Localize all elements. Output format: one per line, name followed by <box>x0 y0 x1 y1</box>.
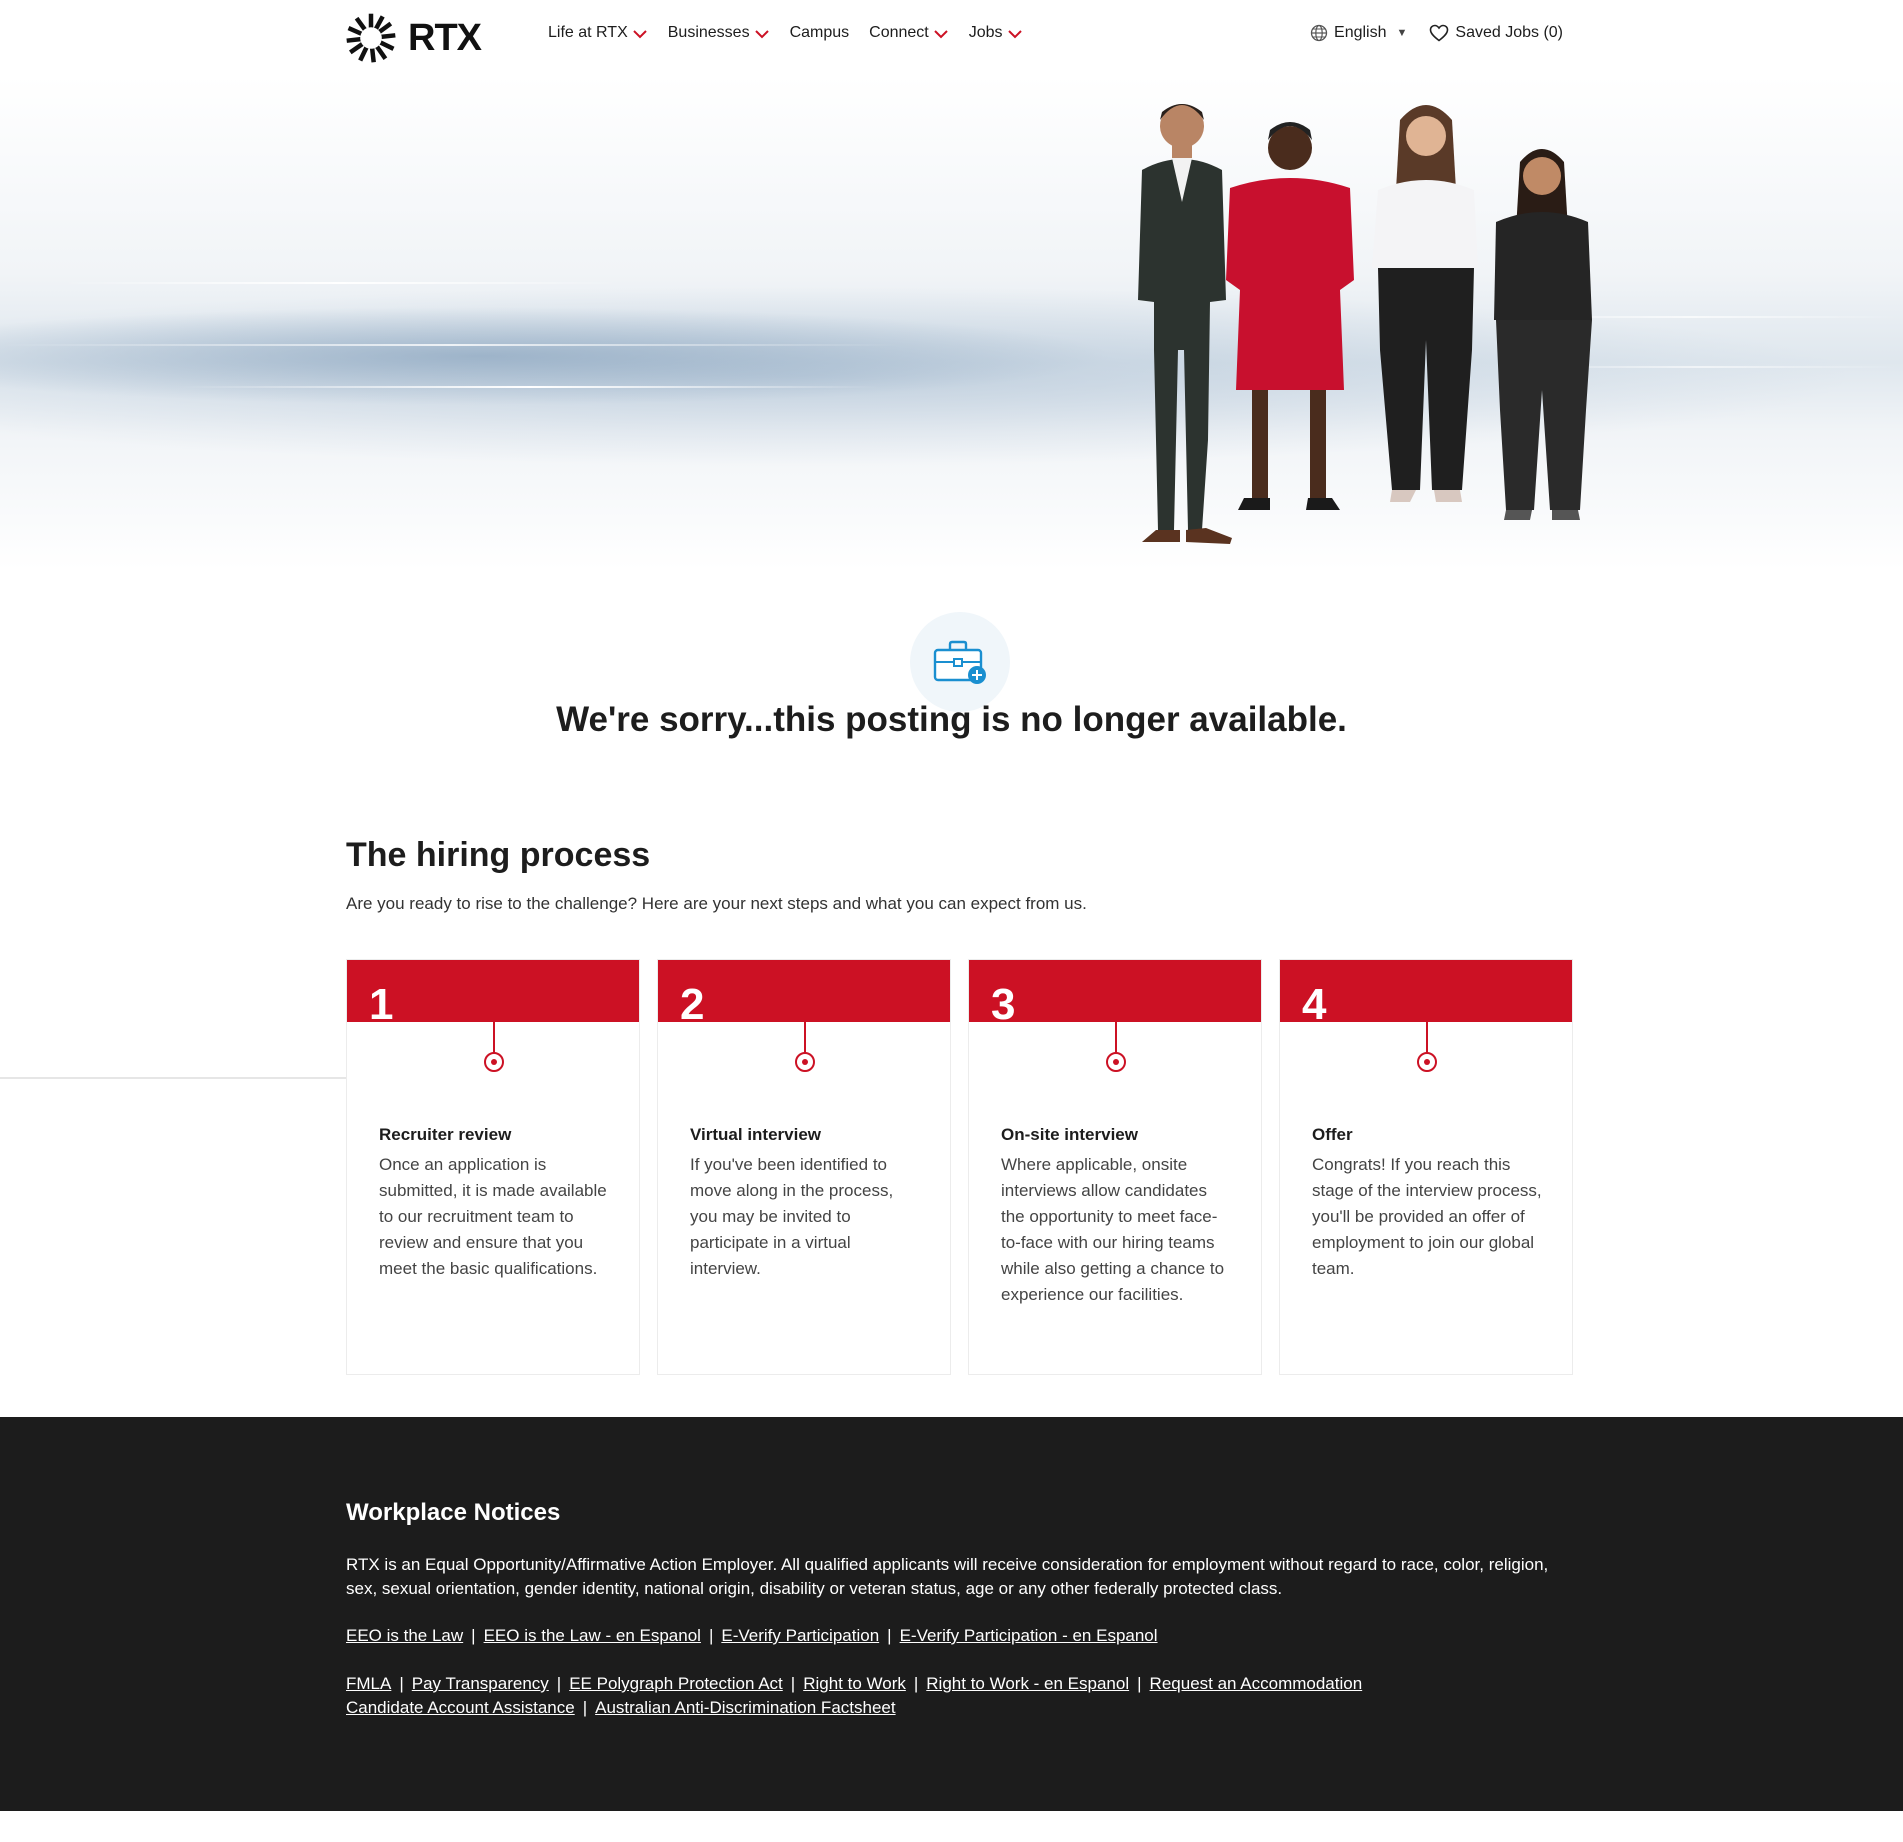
chevron-down-icon <box>1007 27 1023 39</box>
link-candidate-account-assistance[interactable]: Candidate Account Assistance <box>346 1698 575 1717</box>
step-connector <box>1426 1022 1428 1054</box>
link-eeo-is-the-law[interactable]: EEO is the Law <box>346 1626 463 1645</box>
light-streak <box>180 386 880 388</box>
footer-links-row: Candidate Account Assistance | Australian … <box>346 1696 896 1720</box>
link-separator: | <box>913 1674 919 1693</box>
nav-jobs[interactable]: Jobs <box>969 24 1023 42</box>
language-label: English <box>1334 24 1387 41</box>
link-right-to-work-espanol[interactable]: Right to Work - en Espanol <box>926 1674 1129 1693</box>
rtx-burst-icon <box>346 13 396 63</box>
chevron-down-icon <box>754 27 770 39</box>
utility-nav: English ▼ Saved Jobs (0) <box>1310 24 1563 42</box>
link-e-verify-espanol[interactable]: E-Verify Participation - en Espanol <box>900 1626 1158 1645</box>
logo-text: RTX <box>408 16 482 59</box>
main-nav: Life at RTX Businesses Campus Connect Jo… <box>548 24 1023 42</box>
decorative-divider <box>0 1077 388 1079</box>
link-e-verify[interactable]: E-Verify Participation <box>721 1626 879 1645</box>
hero-banner <box>0 76 1903 570</box>
nav-campus[interactable]: Campus <box>790 24 850 42</box>
link-eeo-is-the-law-espanol[interactable]: EEO is the Law - en Espanol <box>484 1626 701 1645</box>
link-fmla[interactable]: FMLA <box>346 1674 391 1693</box>
step-card: 3 On-site interview Where applicable, on… <box>968 959 1262 1375</box>
step-connector <box>1115 1022 1117 1054</box>
nav-label: Connect <box>869 24 929 41</box>
nav-label: Campus <box>789 24 850 41</box>
step-title: Virtual interview <box>690 1125 822 1144</box>
link-separator: | <box>708 1626 714 1645</box>
step-card: 4 Offer Congrats! If you reach this stag… <box>1279 959 1573 1375</box>
link-right-to-work[interactable]: Right to Work <box>803 1674 906 1693</box>
hiring-steps: 1 Recruiter review Once an application i… <box>346 959 1573 1375</box>
posting-unavailable-title: We're sorry...this posting is no longer … <box>556 700 1347 739</box>
link-request-accommodation[interactable]: Request an Accommodation <box>1150 1674 1363 1693</box>
link-separator: | <box>556 1674 562 1693</box>
chevron-down-icon <box>632 27 648 39</box>
step-connector <box>493 1022 495 1054</box>
step-header: 4 <box>1280 960 1572 1029</box>
person-white-blouse <box>1372 105 1478 502</box>
link-australian-factsheet[interactable]: Australian Anti-Discrimination Factsheet <box>595 1698 895 1717</box>
step-marker-icon <box>484 1052 504 1072</box>
step-title: Offer <box>1312 1125 1353 1144</box>
step-marker-icon <box>1417 1052 1437 1072</box>
briefcase-plus-icon <box>910 612 1010 712</box>
saved-jobs-link[interactable]: Saved Jobs (0) <box>1429 24 1563 42</box>
person-black-shirt <box>1494 149 1592 520</box>
step-header: 1 <box>347 960 639 1029</box>
chevron-down-icon <box>933 27 949 39</box>
caret-down-icon: ▼ <box>1396 27 1408 39</box>
light-streak <box>0 344 900 346</box>
link-pay-transparency[interactable]: Pay Transparency <box>412 1674 549 1693</box>
rtx-logo[interactable]: RTX <box>344 10 482 66</box>
step-number: 2 <box>680 980 705 1029</box>
hiring-process-title: The hiring process <box>346 836 651 874</box>
step-header: 2 <box>658 960 950 1029</box>
site-header: RTX Life at RTX Businesses Campus Connec… <box>0 0 1903 76</box>
step-description: If you've been identified to move along … <box>690 1155 894 1278</box>
step-header: 3 <box>969 960 1261 1029</box>
nav-connect[interactable]: Connect <box>869 24 949 42</box>
link-separator: | <box>399 1674 404 1693</box>
link-separator: | <box>471 1626 476 1645</box>
link-separator: | <box>790 1674 796 1693</box>
nav-businesses[interactable]: Businesses <box>668 24 770 42</box>
footer-links-row: EEO is the Law | EEO is the Law - en Espan… <box>346 1624 1158 1648</box>
nav-label: Businesses <box>667 24 750 41</box>
link-separator: | <box>887 1626 892 1645</box>
globe-icon <box>1310 24 1328 42</box>
step-description: Congrats! If you reach this stage of the… <box>1312 1155 1542 1278</box>
hero-people-image <box>1138 104 1592 544</box>
link-separator: | <box>582 1698 588 1717</box>
step-description: Once an application is submitted, it is … <box>379 1155 607 1278</box>
person-suit <box>1138 104 1232 544</box>
step-card: 2 Virtual interview If you've been ident… <box>657 959 951 1375</box>
nav-label: Jobs <box>968 24 1003 41</box>
person-red-dress <box>1226 122 1354 510</box>
hiring-process-subtitle: Are you ready to rise to the challenge? … <box>346 894 1087 913</box>
step-number: 1 <box>369 980 394 1029</box>
eeo-statement: RTX is an Equal Opportunity/Affirmative … <box>346 1555 1549 1598</box>
nav-life-at-rtx[interactable]: Life at RTX <box>548 24 648 42</box>
step-connector <box>804 1022 806 1054</box>
nav-label: Life at RTX <box>548 24 628 41</box>
step-title: On-site interview <box>1001 1125 1138 1144</box>
light-streak <box>60 282 620 284</box>
step-marker-icon <box>795 1052 815 1072</box>
step-title: Recruiter review <box>379 1125 512 1144</box>
step-card: 1 Recruiter review Once an application i… <box>346 959 640 1375</box>
step-number: 4 <box>1302 980 1327 1029</box>
heart-icon <box>1430 24 1449 42</box>
workplace-notices-title: Workplace Notices <box>346 1499 561 1526</box>
workplace-notices-footer: Workplace Notices RTX is an Equal Opport… <box>0 1417 1903 1811</box>
saved-jobs-label: Saved Jobs (0) <box>1455 24 1563 41</box>
link-separator: | <box>1137 1674 1142 1693</box>
language-selector[interactable]: English ▼ <box>1310 24 1407 42</box>
link-ee-polygraph[interactable]: EE Polygraph Protection Act <box>569 1674 783 1693</box>
footer-links-row: FMLA | Pay Transparency | EE Polygraph Prote… <box>346 1672 1362 1696</box>
step-description: Where applicable, onsite interviews allo… <box>1001 1155 1225 1304</box>
step-marker-icon <box>1106 1052 1126 1072</box>
step-number: 3 <box>991 980 1016 1029</box>
